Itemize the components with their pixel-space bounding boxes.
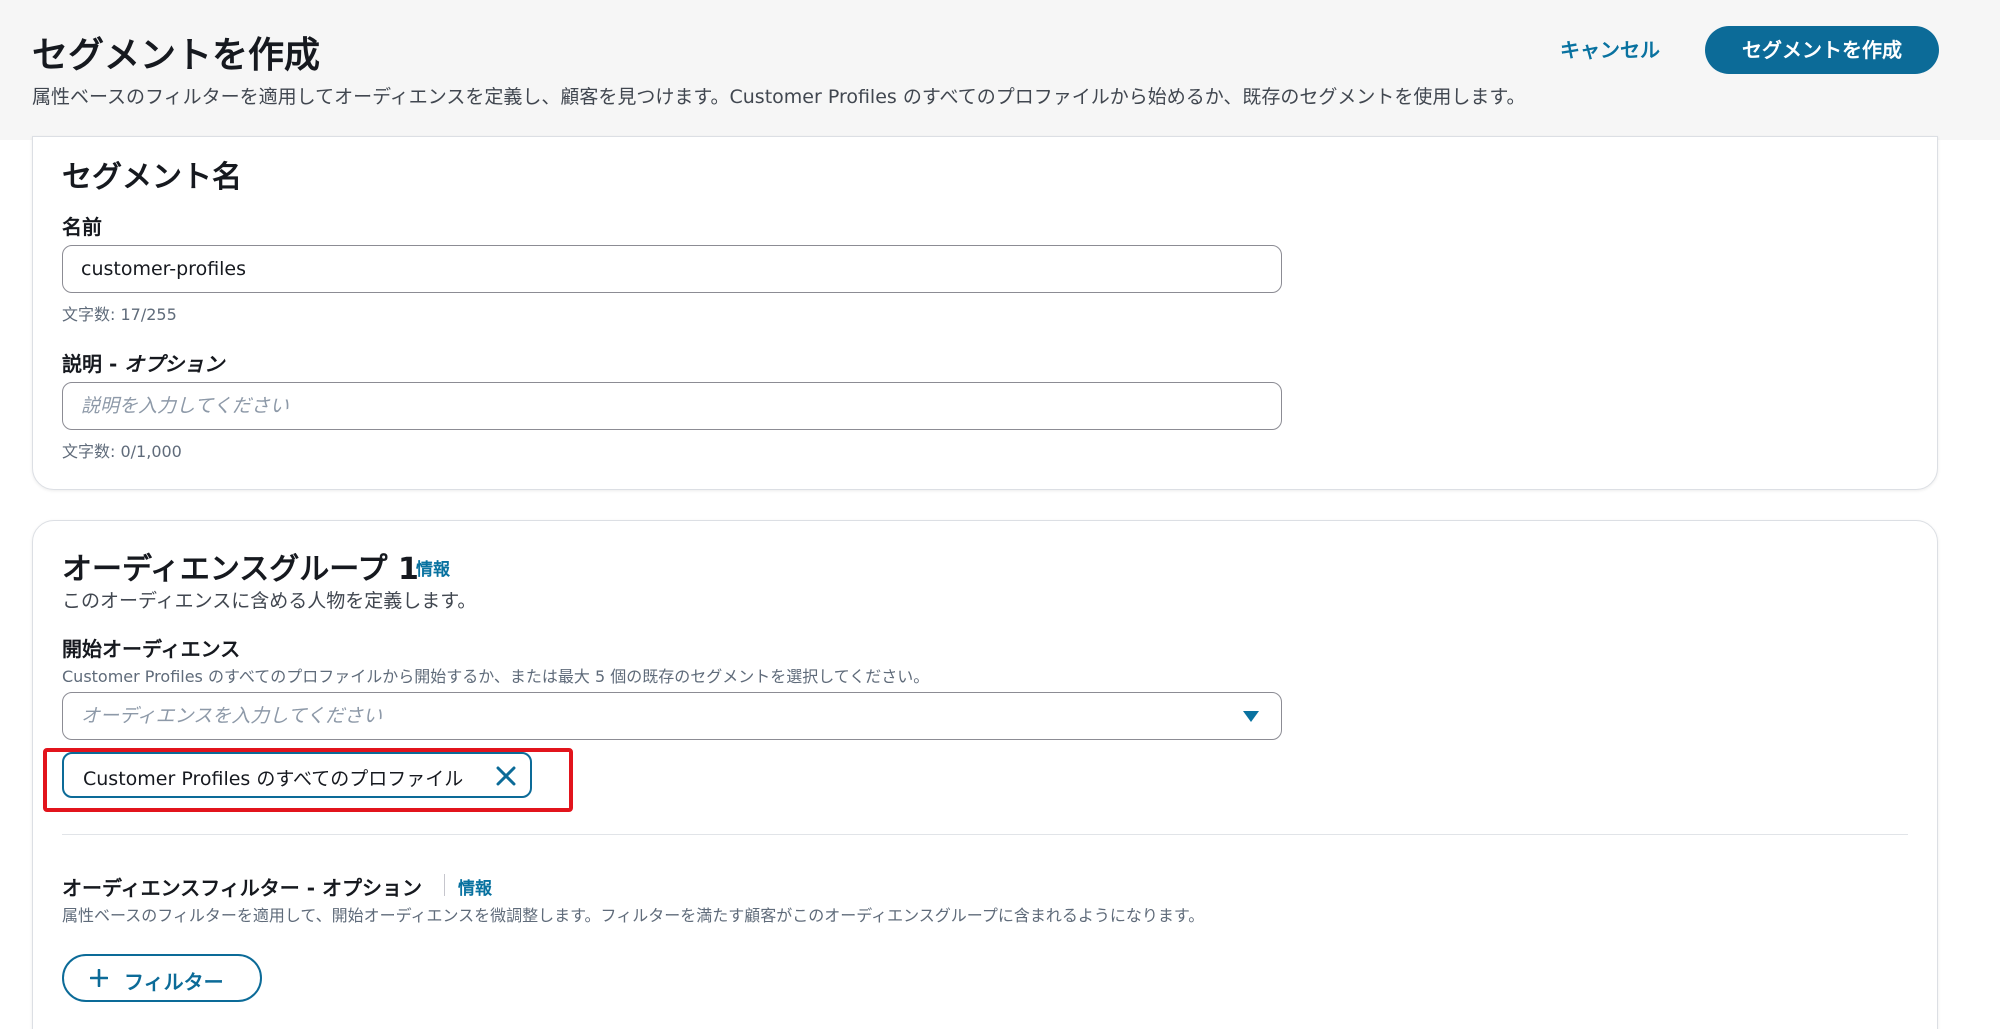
plus-icon [90,969,108,987]
audience-group-heading: オーディエンスグループ 1 [62,552,419,587]
page-title: セグメントを作成 [32,35,321,76]
segment-name-heading: セグメント名 [62,160,242,195]
audience-filter-label: オーディエンスフィルター - オプション [62,876,423,900]
description-label-main: 説明 - [62,352,125,376]
start-audience-select[interactable] [62,692,1282,740]
description-label: 説明 - オプション [62,348,224,377]
audience-filter-hint: 属性ベースのフィルターを適用して、開始オーディエンスを微調整します。フィルターを… [62,906,1205,925]
page-description: 属性ベースのフィルターを適用してオーディエンスを定義し、顧客を見つけます。Cus… [32,86,1526,108]
description-input[interactable] [62,382,1282,430]
cancel-button[interactable]: キャンセル [1540,30,1680,70]
selected-audience-token-label: Customer Profiles のすべてのプロファイル [83,768,464,790]
name-label: 名前 [62,215,102,239]
audience-filter-info-link[interactable]: 情報 [458,874,492,899]
audience-group-subtitle: このオーディエンスに含める人物を定義します。 [62,590,477,612]
segment-name-card [32,136,1938,490]
description-label-optional: オプション [124,352,225,376]
page: セグメントを作成 属性ベースのフィルターを適用してオーディエンスを定義し、顧客を… [0,0,2000,1029]
add-filter-label: フィルター [124,970,224,994]
start-audience-hint: Customer Profiles のすべてのプロファイルから開始するか、または… [62,667,930,686]
audience-group-info-link[interactable]: 情報 [416,555,450,580]
section-divider [62,834,1908,835]
close-icon[interactable] [494,764,518,788]
description-char-count: 文字数: 0/1,000 [62,442,182,461]
name-input[interactable] [62,245,1282,293]
info-separator [444,874,445,896]
selected-audience-token: Customer Profiles のすべてのプロファイル [62,752,532,798]
create-segment-button[interactable]: セグメントを作成 [1705,26,1939,74]
add-filter-button[interactable]: フィルター [62,954,262,1002]
caret-down-icon[interactable] [1243,711,1259,722]
name-char-count: 文字数: 17/255 [62,305,177,324]
start-audience-label: 開始オーディエンス [62,637,241,661]
